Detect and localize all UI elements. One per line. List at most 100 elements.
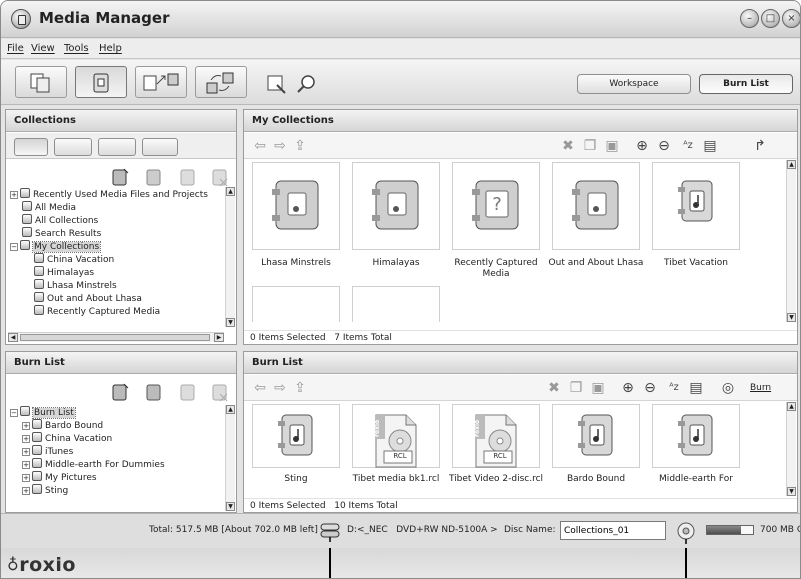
expand-icon[interactable]: + (22, 435, 30, 443)
burn-button[interactable]: Burn (750, 383, 771, 393)
tree-item[interactable]: All Collections (22, 214, 98, 227)
expand-icon[interactable]: + (22, 487, 30, 495)
my-collections-scrollbar[interactable]: ▲ ▼ (786, 160, 796, 322)
zoom-out-icon[interactable]: ⊖ (656, 138, 672, 154)
share-icon[interactable]: ↱ (752, 138, 768, 154)
up-folder-icon[interactable]: ⇪ (292, 138, 308, 154)
properties-collection-icon[interactable] (174, 377, 202, 405)
forward-arrow-icon[interactable]: ⇨ (272, 380, 288, 396)
expand-icon[interactable]: + (10, 191, 18, 199)
import-collection-icon[interactable] (140, 162, 168, 190)
calendar-view-button[interactable] (98, 138, 136, 156)
collapse-icon[interactable]: − (10, 409, 18, 417)
expand-icon[interactable]: + (22, 461, 30, 469)
collections-view-button[interactable] (15, 66, 67, 98)
tree-item[interactable]: + Middle-earth For Dummies (22, 458, 165, 471)
search-view-button[interactable] (54, 138, 92, 156)
disc-name-label: Disc Name: (504, 525, 556, 535)
burn-list-tab[interactable]: Burn List (699, 74, 793, 94)
new-collection-icon[interactable] (106, 162, 134, 190)
tree-item[interactable]: Search Results (22, 227, 101, 240)
back-arrow-icon[interactable]: ⇦ (252, 380, 268, 396)
sort-az-icon[interactable]: ᴬz (666, 380, 682, 396)
delete-collection-icon[interactable] (206, 162, 234, 190)
expand-icon[interactable]: + (22, 448, 30, 456)
collapse-icon[interactable]: − (10, 243, 18, 251)
burn-disc-icon[interactable]: ◎ (720, 380, 736, 396)
menu-tools[interactable]: Tools (64, 43, 89, 54)
tree-item[interactable]: − Burn List (10, 406, 76, 419)
tree-item[interactable]: Out and About Lhasa (34, 292, 142, 305)
drive-icon[interactable] (319, 520, 341, 545)
tree-item[interactable]: + China Vacation (22, 432, 112, 445)
tree-item-label: Recently Used Media Files and Projects (33, 190, 208, 200)
workspace-tab[interactable]: Workspace (577, 74, 691, 94)
tree-item[interactable]: Recently Captured Media (34, 305, 160, 318)
file-type-tag: RCL (393, 452, 407, 460)
preview-icon[interactable]: ▣ (590, 380, 606, 396)
sort-az-icon[interactable]: ᴬz (680, 138, 696, 154)
expand-icon[interactable]: + (22, 474, 30, 482)
collections-tree-hscrollbar[interactable]: ◀ ▶ (8, 332, 224, 342)
delete-icon[interactable]: ✖ (560, 138, 576, 154)
tree-item[interactable]: + iTunes (22, 445, 73, 458)
capture-icon[interactable] (263, 68, 291, 96)
tree-item[interactable]: + Recently Used Media Files and Projects (10, 188, 208, 201)
collection-icon (20, 240, 30, 250)
grid-item-partial[interactable] (352, 286, 440, 322)
menu-file[interactable]: File (7, 43, 24, 54)
preview-icon[interactable]: ▣ (604, 138, 620, 154)
burn-list-scrollbar[interactable]: ▲ ▼ (786, 402, 796, 496)
zoom-in-icon[interactable]: ⊕ (634, 138, 650, 154)
details-view-icon[interactable]: ▤ (688, 380, 704, 396)
sync-button[interactable] (195, 66, 247, 98)
tree-item[interactable]: + Sting (22, 484, 68, 497)
menu-view[interactable]: View (31, 43, 55, 54)
import-collection-icon[interactable] (140, 377, 168, 405)
menu-help[interactable]: Help (99, 43, 122, 54)
properties-collection-icon[interactable] (174, 162, 202, 190)
maximize-button[interactable]: □ (761, 9, 780, 28)
delete-collection-icon[interactable] (206, 377, 234, 405)
tree-item[interactable]: China Vacation (34, 253, 114, 266)
copy-icon[interactable]: ❐ (568, 380, 584, 396)
minimize-button[interactable]: – (740, 9, 759, 28)
tree-view-button[interactable] (14, 138, 48, 156)
audio-collection-icon (652, 404, 740, 468)
media-book-button[interactable] (75, 66, 127, 98)
tree-item[interactable]: + Bardo Bound (22, 419, 103, 432)
tree-item-label: Bardo Bound (45, 421, 104, 431)
burn-list-actions (6, 375, 236, 403)
tree-item[interactable]: Himalayas (34, 266, 94, 279)
burn-list-tree-scrollbar[interactable]: ▲ ▼ (225, 405, 235, 511)
back-arrow-icon[interactable]: ⇦ (252, 138, 268, 154)
tag-view-button[interactable] (142, 138, 178, 156)
tree-item[interactable]: + My Pictures (22, 471, 97, 484)
tree-item[interactable]: − My Collections (10, 240, 102, 253)
new-collection-icon[interactable] (106, 377, 134, 405)
window-title: Media Manager (39, 9, 170, 27)
close-button[interactable]: × (782, 9, 800, 28)
footer-bar: ♁roxio (1, 548, 800, 578)
collection-icon (22, 227, 32, 237)
collections-tree-scrollbar[interactable]: ▲ ▼ (225, 187, 235, 327)
expand-icon[interactable]: + (22, 422, 30, 430)
disc-options-icon[interactable] (675, 520, 697, 547)
export-button[interactable] (135, 66, 187, 98)
details-view-icon[interactable]: ▤ (702, 138, 718, 154)
sync-icon (206, 72, 234, 94)
rcl-file-icon: RCL roxio (452, 404, 540, 468)
delete-icon[interactable]: ✖ (546, 380, 562, 396)
tree-item[interactable]: Lhasa Minstrels (34, 279, 117, 292)
up-folder-icon[interactable]: ⇪ (292, 380, 308, 396)
forward-arrow-icon[interactable]: ⇨ (272, 138, 288, 154)
copy-icon[interactable]: ❐ (582, 138, 598, 154)
search-icon[interactable] (293, 68, 321, 96)
zoom-in-icon[interactable]: ⊕ (620, 380, 636, 396)
tree-item[interactable]: All Media (22, 201, 76, 214)
zoom-out-icon[interactable]: ⊖ (642, 380, 658, 396)
tree-item-label: China Vacation (47, 255, 115, 265)
disc-name-input[interactable] (560, 521, 666, 540)
collection-icon (32, 471, 42, 481)
grid-item-partial[interactable] (252, 286, 340, 322)
